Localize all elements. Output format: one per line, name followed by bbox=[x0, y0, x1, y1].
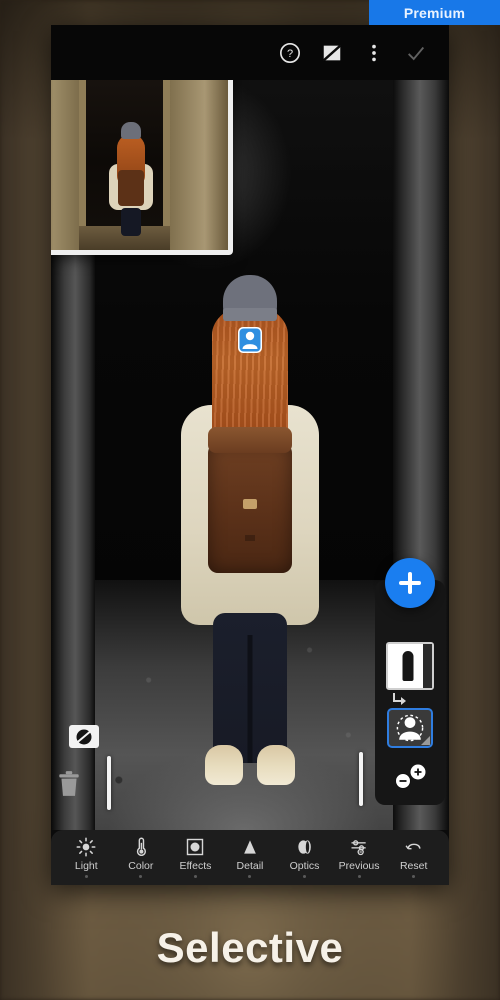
brush-add-subtract-control[interactable] bbox=[388, 764, 432, 790]
premium-badge-label: Premium bbox=[403, 4, 466, 21]
tool-color[interactable]: Color bbox=[115, 837, 167, 878]
add-mask-button[interactable] bbox=[385, 558, 435, 608]
overflow-menu-icon[interactable] bbox=[363, 42, 385, 64]
confirm-check-icon[interactable] bbox=[405, 42, 427, 64]
tool-reset[interactable]: Reset bbox=[388, 837, 440, 878]
caption-title: Selective bbox=[156, 924, 344, 971]
tool-effects[interactable]: Effects bbox=[169, 837, 221, 878]
premium-badge[interactable]: Premium bbox=[369, 0, 500, 25]
thumbnail-figure-backpack bbox=[117, 170, 144, 206]
thumbnail-pillar-left bbox=[51, 80, 79, 250]
thumbnail-image bbox=[51, 80, 228, 250]
compare-original-icon[interactable] bbox=[321, 42, 343, 64]
svg-text:?: ? bbox=[287, 48, 293, 60]
tool-dot bbox=[248, 875, 252, 878]
tool-dot bbox=[84, 875, 88, 878]
tool-dot bbox=[412, 875, 416, 878]
editor-app-frame: ? Light Color Effects Detail Optics Prev… bbox=[51, 25, 449, 885]
masking-panel bbox=[375, 558, 445, 805]
photo-canvas[interactable] bbox=[51, 80, 449, 830]
tool-previous-label: Previous bbox=[338, 860, 380, 872]
subject-shoe-right bbox=[257, 745, 295, 785]
lens-icon bbox=[295, 837, 315, 857]
thumbnail-figure-legs bbox=[120, 208, 141, 236]
tool-color-label: Color bbox=[128, 860, 154, 872]
triangle-icon bbox=[240, 837, 260, 857]
delete-mask-button[interactable] bbox=[56, 770, 82, 798]
tool-dot bbox=[139, 875, 143, 878]
thermometer-icon bbox=[131, 837, 151, 857]
top-toolbar: ? bbox=[51, 25, 449, 80]
tool-effects-label: Effects bbox=[179, 860, 212, 872]
overview-figure bbox=[402, 651, 414, 681]
subject-mask-pin[interactable] bbox=[237, 326, 263, 354]
tool-light[interactable]: Light bbox=[60, 837, 112, 878]
mask-side-controls bbox=[56, 725, 112, 803]
thumbnail-figure bbox=[107, 122, 155, 236]
mask-overview-thumbnail[interactable] bbox=[386, 642, 434, 690]
tool-detail-label: Detail bbox=[236, 860, 264, 872]
sun-icon bbox=[76, 837, 96, 857]
bottom-tool-strip: Light Color Effects Detail Optics Previo… bbox=[51, 830, 449, 885]
tool-dot bbox=[303, 875, 307, 878]
sliders-icon bbox=[349, 837, 369, 857]
thumbnail-figure-hat bbox=[120, 122, 141, 139]
tool-light-label: Light bbox=[74, 860, 98, 872]
help-icon[interactable]: ? bbox=[279, 42, 301, 64]
mask-branch-arrow-icon bbox=[393, 693, 406, 705]
photo-subject bbox=[175, 275, 325, 830]
square-dot-icon bbox=[185, 837, 205, 857]
tool-dot bbox=[193, 875, 197, 878]
original-preview-thumbnail[interactable] bbox=[51, 80, 233, 255]
chip-corner-marker bbox=[421, 736, 430, 745]
tool-dot bbox=[357, 875, 361, 878]
overview-strip bbox=[423, 644, 432, 688]
tool-previous[interactable]: Previous bbox=[333, 837, 385, 878]
slash-line bbox=[74, 728, 94, 745]
plus-vertical bbox=[408, 572, 412, 594]
tool-optics-label: Optics bbox=[289, 860, 320, 872]
subject-shoe-left bbox=[205, 745, 243, 785]
subject-beanie bbox=[223, 275, 277, 321]
subject-backpack bbox=[208, 427, 292, 573]
tool-detail[interactable]: Detail bbox=[224, 837, 276, 878]
mask-visibility-toggle[interactable] bbox=[69, 725, 99, 748]
tool-reset-label: Reset bbox=[399, 860, 428, 872]
right-edge-slider[interactable] bbox=[359, 752, 363, 806]
subject-legs bbox=[213, 613, 287, 763]
undo-icon bbox=[404, 837, 424, 857]
thumbnail-pillar-right bbox=[170, 80, 228, 250]
mask-chip-subject[interactable] bbox=[387, 708, 433, 748]
tool-optics[interactable]: Optics bbox=[279, 837, 331, 878]
